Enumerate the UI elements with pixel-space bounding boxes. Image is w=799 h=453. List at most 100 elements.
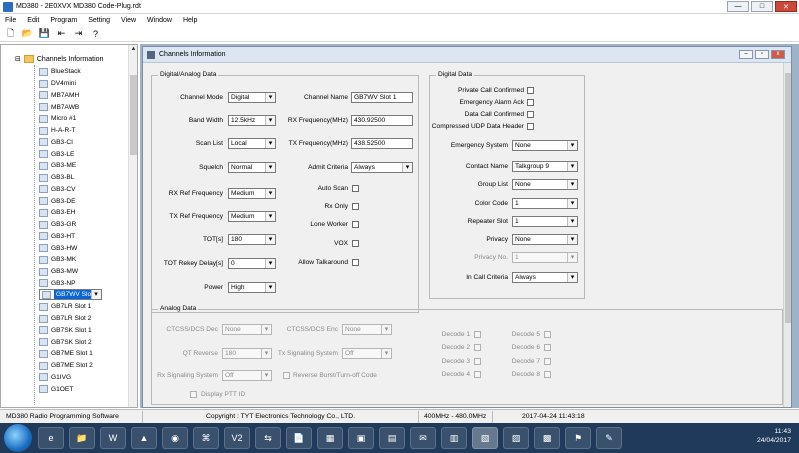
- channel-name-input[interactable]: GB7WV Slot 1: [351, 92, 413, 103]
- start-button[interactable]: [4, 424, 32, 452]
- ctcss-dec-select[interactable]: None: [222, 324, 272, 335]
- taskbar-app-icon[interactable]: W: [100, 427, 126, 449]
- child-restore-button[interactable]: ▫: [755, 50, 769, 59]
- tree-scrollbar[interactable]: ▲: [128, 45, 137, 407]
- tree-item[interactable]: Micro #1: [39, 113, 129, 125]
- menu-help[interactable]: Help: [178, 17, 203, 24]
- open-icon[interactable]: 📂: [21, 27, 34, 40]
- save-icon[interactable]: 💾: [38, 27, 51, 40]
- taskbar-app-icon[interactable]: V2: [224, 427, 250, 449]
- taskbar-app-icon[interactable]: ✎: [596, 427, 622, 449]
- tx-signaling-select[interactable]: Off: [342, 348, 392, 359]
- emergency-system-select[interactable]: None: [512, 140, 578, 151]
- write-radio-icon[interactable]: ⇥: [72, 27, 85, 40]
- close-button[interactable]: ✕: [775, 1, 797, 12]
- data-call-checkbox[interactable]: [527, 111, 534, 118]
- tree-item[interactable]: BlueStack: [39, 66, 129, 78]
- decode-1-checkbox[interactable]: [474, 331, 481, 338]
- tree-item[interactable]: GB7SK Slot 1: [39, 325, 129, 337]
- scroll-thumb[interactable]: [130, 75, 137, 155]
- tx-ref-select[interactable]: Medium: [228, 211, 276, 222]
- menu-edit[interactable]: Edit: [22, 17, 45, 24]
- decode-4-checkbox[interactable]: [474, 371, 481, 378]
- taskbar-app-icon[interactable]: 📄: [286, 427, 312, 449]
- tree-item[interactable]: GB3-NP: [39, 278, 129, 290]
- channel-mode-select[interactable]: Digital: [228, 92, 276, 103]
- allow-talkaround-checkbox[interactable]: [352, 259, 359, 266]
- collapse-icon[interactable]: ⊟: [15, 55, 21, 63]
- tree-item[interactable]: MB7AMH: [39, 90, 129, 102]
- menu-program[interactable]: Program: [45, 17, 83, 24]
- taskbar-app-icon[interactable]: 📁: [69, 427, 95, 449]
- tree-item[interactable]: H-A-R-T: [39, 125, 129, 137]
- tree-item[interactable]: GB3-DE: [39, 195, 129, 207]
- taskbar-app-icon[interactable]: ◉: [162, 427, 188, 449]
- tree-item[interactable]: GB3-BL: [39, 172, 129, 184]
- rx-ref-select[interactable]: Medium: [228, 188, 276, 199]
- tree-item[interactable]: MB7AWB: [39, 101, 129, 113]
- emergency-alarm-ack-checkbox[interactable]: [527, 99, 534, 106]
- form-scroll-thumb[interactable]: [785, 73, 791, 323]
- qt-reverse-select[interactable]: 180: [222, 348, 272, 359]
- tree-item[interactable]: GB7SK Slot 2: [39, 336, 129, 348]
- tree-item[interactable]: GB3-ME: [39, 160, 129, 172]
- tree-item[interactable]: G1OET: [39, 383, 129, 395]
- tree-item[interactable]: GB7LR Slot 1: [39, 301, 129, 313]
- private-call-checkbox[interactable]: [527, 87, 534, 94]
- tree-item[interactable]: GB3-HW: [39, 242, 129, 254]
- color-code-select[interactable]: 1: [512, 198, 578, 209]
- tree-item[interactable]: GB3-MK: [39, 254, 129, 266]
- maximize-button[interactable]: □: [751, 1, 773, 12]
- auto-scan-checkbox[interactable]: [352, 185, 359, 192]
- new-icon[interactable]: 🗋: [4, 27, 17, 40]
- reverse-burst-checkbox[interactable]: [283, 372, 290, 379]
- contact-name-select[interactable]: Talkgroup 9: [512, 161, 578, 172]
- form-scrollbar[interactable]: [783, 63, 791, 407]
- tree-item[interactable]: GB7ME Slot 1: [39, 348, 129, 360]
- tot-select[interactable]: 180: [228, 234, 276, 245]
- taskbar-app-icon[interactable]: ▥: [441, 427, 467, 449]
- taskbar-app-icon[interactable]: ⚑: [565, 427, 591, 449]
- taskbar-app-icon[interactable]: ▲: [131, 427, 157, 449]
- read-radio-icon[interactable]: ⇤: [55, 27, 68, 40]
- scroll-up-icon[interactable]: ▲: [129, 45, 137, 54]
- tree-item[interactable]: GB3-CI: [39, 137, 129, 149]
- tree-item[interactable]: GB3-EH: [39, 207, 129, 219]
- taskbar-app-icon[interactable]: ▤: [379, 427, 405, 449]
- display-ptt-checkbox[interactable]: [190, 391, 197, 398]
- privacy-no-select[interactable]: 1: [512, 252, 578, 263]
- menu-view[interactable]: View: [116, 17, 142, 24]
- tree-item[interactable]: GB7ME Slot 2: [39, 360, 129, 372]
- rx-only-checkbox[interactable]: [352, 203, 359, 210]
- taskbar-app-icon[interactable]: ⌘: [193, 427, 219, 449]
- child-minimize-button[interactable]: –: [739, 50, 753, 59]
- decode-2-checkbox[interactable]: [474, 344, 481, 351]
- taskbar-app-icon[interactable]: ▨: [503, 427, 529, 449]
- menu-window[interactable]: Window: [142, 17, 178, 24]
- group-list-select[interactable]: None: [512, 179, 578, 190]
- tree-item[interactable]: GB3-CV: [39, 184, 129, 196]
- rx-frequency-input[interactable]: 430.92500: [351, 115, 413, 126]
- tx-frequency-input[interactable]: 438.52500: [351, 138, 413, 149]
- tree-item[interactable]: DV4mini: [39, 78, 129, 90]
- ctcss-enc-select[interactable]: None: [342, 324, 392, 335]
- tree-item[interactable]: GB3-HT: [39, 231, 129, 243]
- help-icon[interactable]: ?: [89, 27, 102, 40]
- power-select[interactable]: High: [228, 282, 276, 293]
- decode-7-checkbox[interactable]: [544, 358, 551, 365]
- tree-item[interactable]: GB7LR Slot 2: [39, 313, 129, 325]
- tree-item[interactable]: GB3-GR: [39, 219, 129, 231]
- taskbar-app-icon[interactable]: ▣: [348, 427, 374, 449]
- taskbar-app-icon[interactable]: ▧: [472, 427, 498, 449]
- rx-signaling-select[interactable]: Off: [222, 370, 272, 381]
- tree-item[interactable]: GB7WV Slot 1: [39, 289, 102, 301]
- tree-item[interactable]: G1IVG: [39, 372, 129, 384]
- tree-item[interactable]: GB3-LE: [39, 148, 129, 160]
- taskbar-app-icon[interactable]: ✉: [410, 427, 436, 449]
- tree-item[interactable]: GB3-MW: [39, 266, 129, 278]
- squelch-select[interactable]: Normal: [228, 162, 276, 173]
- minimize-button[interactable]: —: [727, 1, 749, 12]
- repeater-slot-select[interactable]: 1: [512, 216, 578, 227]
- taskbar-app-icon[interactable]: ⇆: [255, 427, 281, 449]
- channel-tree[interactable]: ⊟ Channels Information BlueStack DV4mini M…: [0, 44, 138, 408]
